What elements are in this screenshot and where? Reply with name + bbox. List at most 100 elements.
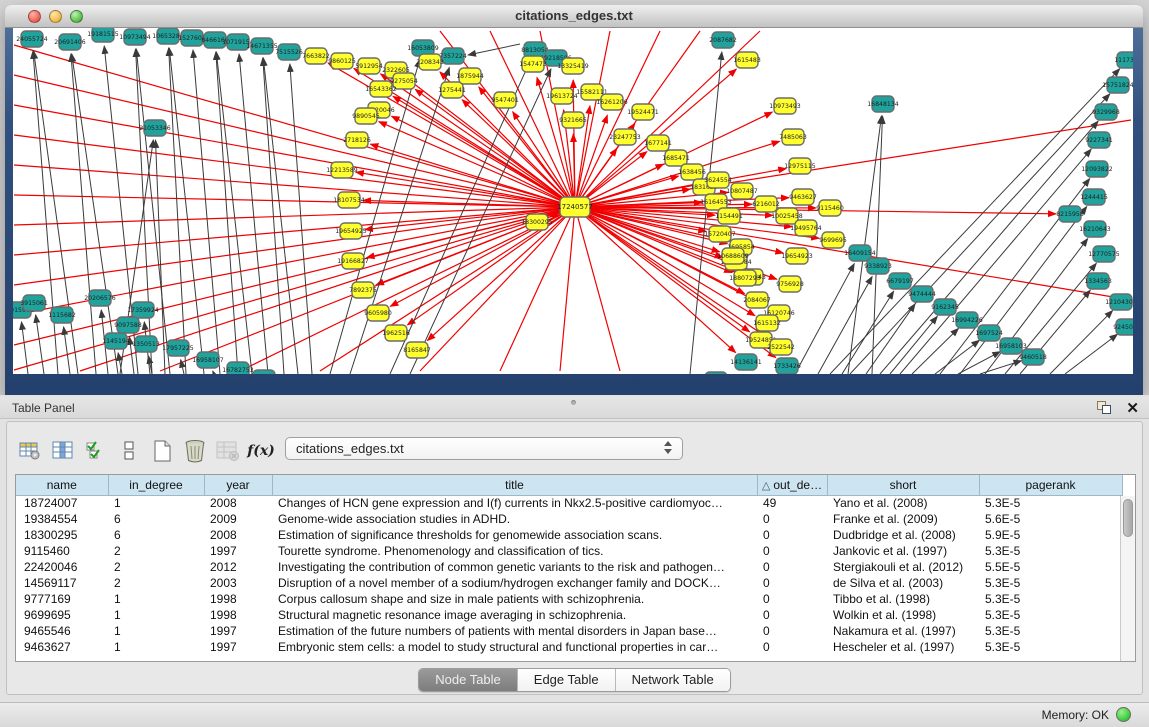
table-vertical-scrollbar[interactable] — [1120, 496, 1135, 661]
network-node[interactable]: 17359924 — [127, 302, 159, 318]
table-row[interactable]: 1938455462009Genome-wide association stu… — [16, 511, 1122, 527]
network-node[interactable]: 21053346 — [139, 120, 171, 136]
float-panel-icon[interactable] — [1097, 401, 1113, 415]
network-node[interactable]: 12093822 — [1081, 161, 1113, 177]
table-panel-titlebar[interactable]: Table Panel ✕ — [0, 397, 1149, 419]
table-row[interactable]: 1872400712008Changes of HCN gene express… — [16, 495, 1122, 511]
table-settings-icon[interactable] — [15, 438, 45, 464]
network-node[interactable]: 9547401 — [491, 92, 519, 108]
network-node[interactable]: 1697524 — [975, 325, 1003, 341]
table-row[interactable]: 1830029562008Estimation of significance … — [16, 527, 1122, 543]
delete-columns-trash-icon[interactable] — [180, 438, 210, 464]
network-node[interactable]: 23247753 — [609, 129, 641, 145]
network-node[interactable]: 19495764 — [790, 220, 822, 236]
network-node[interactable]: 1275441 — [438, 82, 466, 98]
network-node[interactable]: 9245022 — [702, 372, 730, 374]
network-node[interactable]: 6216012 — [752, 196, 780, 212]
network-node[interactable]: 2124853 — [250, 370, 278, 374]
network-node[interactable]: 7892375 — [349, 282, 377, 298]
network-node[interactable]: 9245032 — [1113, 319, 1133, 335]
network-node[interactable]: 3915061 — [20, 295, 48, 311]
network-node[interactable]: 1615132 — [753, 315, 781, 331]
network-node[interactable]: 3624554 — [704, 172, 732, 188]
network-node[interactable]: 9329968 — [1092, 104, 1120, 120]
network-node[interactable]: 10973493 — [769, 98, 801, 114]
network-node[interactable]: 14671355 — [246, 38, 278, 54]
table-row[interactable]: 2242004622012Investigating the contribut… — [16, 559, 1122, 575]
network-node[interactable]: 16994226 — [951, 312, 983, 328]
network-node[interactable]: 9097588 — [114, 317, 142, 333]
column-header-short[interactable]: short — [827, 475, 979, 495]
network-node[interactable]: 2087682 — [709, 32, 737, 48]
network-node[interactable]: 9460518 — [1019, 349, 1047, 365]
network-node[interactable]: 1334563 — [1084, 273, 1112, 289]
network-node[interactable]: 18807293 — [729, 270, 761, 286]
network-node[interactable]: 1638456 — [678, 164, 706, 180]
network-node[interactable]: 2208343 — [416, 54, 444, 70]
table-row[interactable]: 946554611997Estimation of the future num… — [16, 623, 1122, 639]
network-node[interactable]: 7663822 — [302, 48, 330, 64]
network-node[interactable]: 14136141 — [730, 354, 762, 370]
network-node[interactable]: 9890545 — [352, 108, 380, 124]
network-node[interactable]: 24055724 — [16, 31, 48, 47]
column-header-name[interactable]: name — [16, 475, 108, 495]
memory-ok-indicator-icon[interactable] — [1116, 707, 1131, 722]
tab-edge-table[interactable]: Edge Table — [517, 669, 615, 691]
close-panel-icon[interactable]: ✕ — [1126, 399, 1139, 417]
network-node[interactable]: 9463627 — [789, 189, 817, 205]
network-node[interactable]: 10688609 — [717, 248, 749, 264]
table-row[interactable]: 911546021997Tourette syndrome. Phenomeno… — [16, 543, 1122, 559]
network-node[interactable]: 8215958 — [1056, 206, 1084, 222]
row-height-toggle-icon[interactable] — [114, 438, 144, 464]
select-all-rows-icon[interactable] — [81, 438, 111, 464]
network-node[interactable]: 1733426 — [773, 358, 801, 374]
network-node[interactable]: 9474444 — [908, 286, 936, 302]
network-node[interactable]: 18300295 — [521, 214, 553, 230]
network-node[interactable]: 16848134 — [867, 96, 899, 112]
network-node[interactable]: 7485063 — [779, 129, 807, 145]
network-node[interactable]: 5912954 — [355, 58, 383, 74]
network-node[interactable]: 19613724 — [546, 88, 578, 104]
network-node[interactable]: 7515526 — [275, 44, 303, 60]
network-node[interactable]: 20206576 — [84, 290, 116, 306]
function-builder-icon[interactable]: f(x) — [246, 438, 276, 464]
table-row[interactable]: 969969511998Structural magnetic resonanc… — [16, 607, 1122, 623]
network-node[interactable]: 12213589 — [326, 162, 358, 178]
network-canvas[interactable]: 2405572420691406191815151097349410653287… — [13, 28, 1133, 374]
network-node[interactable]: 9338923 — [864, 258, 892, 274]
network-node[interactable]: 19654923 — [781, 248, 813, 264]
network-node[interactable]: 19166827 — [337, 253, 369, 269]
network-node[interactable]: 16958107 — [192, 352, 224, 368]
network-node[interactable]: 9605980 — [364, 305, 392, 321]
network-node[interactable]: 19654925 — [335, 223, 367, 239]
network-node[interactable]: 16782753 — [222, 362, 254, 374]
column-header-title[interactable]: title — [272, 475, 757, 495]
network-node[interactable]: 9162345 — [931, 299, 959, 315]
network-node[interactable]: 6679197 — [886, 273, 914, 289]
network-node[interactable]: 1115682 — [48, 307, 76, 323]
column-header-in-degree[interactable]: in_degree — [108, 475, 204, 495]
column-header-pagerank[interactable]: pagerank — [979, 475, 1122, 495]
network-node[interactable]: 1145194 — [102, 333, 130, 349]
network-node[interactable]: 1875944 — [456, 68, 484, 84]
network-node[interactable]: 9699695 — [819, 232, 847, 248]
network-node[interactable]: 2084067 — [743, 292, 771, 308]
network-node[interactable]: 12770575 — [1088, 246, 1120, 262]
network-node[interactable]: 1547473 — [519, 56, 547, 72]
network-node[interactable]: 2718126 — [343, 132, 371, 148]
network-node[interactable]: 1244415 — [1080, 189, 1108, 205]
network-node[interactable]: 15720407 — [704, 226, 736, 242]
table-row[interactable]: 946362711997Embryonic stem cells: a mode… — [16, 639, 1122, 655]
tab-node-table[interactable]: Node Table — [419, 669, 517, 691]
table-row[interactable]: 1456911722003Disruption of a novel membe… — [16, 575, 1122, 591]
network-node[interactable]: 17957225 — [162, 340, 194, 356]
column-header-out-degree[interactable]: △out_de… — [757, 475, 827, 495]
network-node[interactable]: 2522542 — [767, 339, 795, 355]
network-node[interactable]: 9321665 — [559, 112, 587, 128]
network-node[interactable]: 20691406 — [54, 34, 86, 50]
splitter-grip[interactable] — [571, 400, 576, 405]
zoom-window-button[interactable] — [70, 10, 83, 23]
network-node[interactable]: 10807487 — [726, 183, 758, 199]
table-row[interactable]: 977716911998Corpus callosum shape and si… — [16, 591, 1122, 607]
table-selector-dropdown[interactable]: citations_edges.txt — [285, 437, 683, 460]
